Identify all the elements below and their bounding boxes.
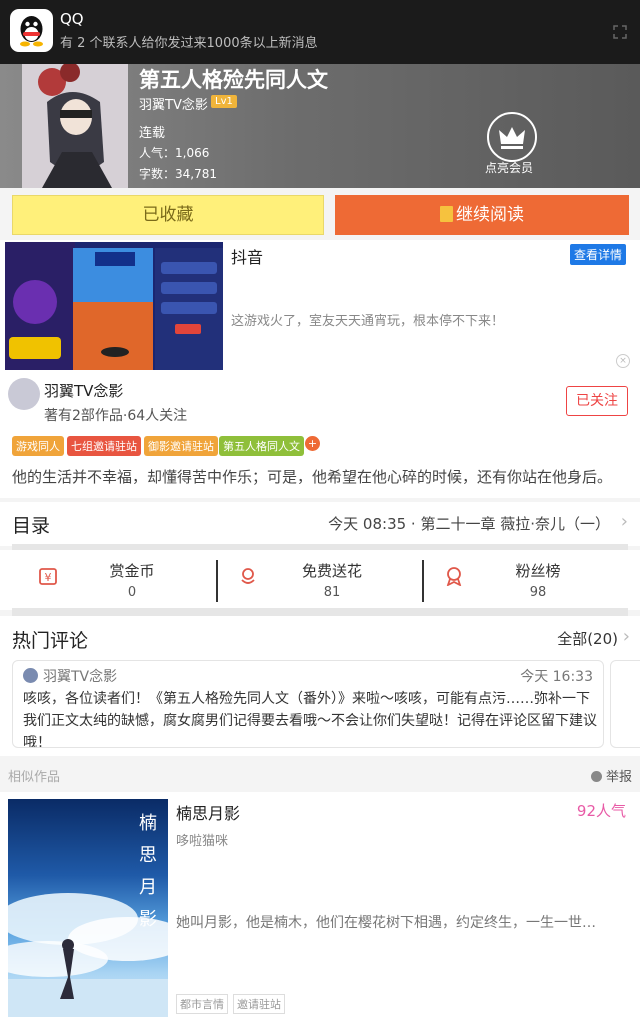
notification-app-name: QQ bbox=[60, 10, 84, 28]
report-label: 举报 bbox=[605, 770, 632, 785]
report-button[interactable]: 举报 bbox=[590, 766, 632, 785]
stat-value: 0 bbox=[127, 585, 137, 600]
latest-chapter[interactable]: 今天 08:35 · 第二十一章 薇拉·奈儿（一） bbox=[328, 513, 610, 534]
similar-book-description: 她叫月影，他是楠木，他们在樱花树下相遇，约定终生，一生一世… bbox=[176, 915, 596, 931]
medal-icon bbox=[446, 567, 462, 586]
qq-penguin-icon bbox=[10, 9, 53, 52]
book-popularity: 人气：1,066 bbox=[139, 146, 210, 160]
book-header: 第五人格殓先同人文 羽翼TV念影 Lv1 连载 人气：1,066 字数：34,7… bbox=[0, 64, 640, 188]
toc-label: 目录 bbox=[12, 515, 51, 537]
tag[interactable]: 御影邀请驻站 bbox=[144, 436, 218, 456]
coin-icon: ¥ bbox=[39, 568, 57, 585]
avatar[interactable] bbox=[8, 378, 40, 410]
book-status: 连载 bbox=[139, 126, 166, 141]
svg-text:影: 影 bbox=[139, 909, 157, 930]
comment-user[interactable]: 羽翼TV念影 bbox=[43, 666, 117, 686]
table-of-contents-row[interactable]: 目录 今天 08:35 · 第二十一章 薇拉·奈儿（一） › bbox=[0, 502, 640, 546]
report-icon bbox=[590, 771, 602, 782]
svg-text:月: 月 bbox=[139, 877, 157, 898]
ad-title: 抖音 bbox=[231, 248, 264, 267]
tag[interactable]: 七组邀请驻站 bbox=[67, 436, 141, 456]
ad-detail-button[interactable]: 查看详情 bbox=[570, 244, 627, 265]
avatar[interactable] bbox=[23, 668, 38, 683]
svg-text:¥: ¥ bbox=[45, 571, 52, 584]
similar-book-tag[interactable]: 邀请驻站 bbox=[233, 994, 285, 1014]
qq-notification[interactable]: QQ 有 2 个联系人给你发过来1000条以上新消息 bbox=[0, 0, 640, 64]
similar-book-cover[interactable]: 楠 思 月 影 bbox=[8, 799, 168, 1017]
similar-header: 相似作品 举报 bbox=[0, 760, 640, 790]
chevron-right-icon: › bbox=[622, 626, 630, 647]
book-icon bbox=[440, 206, 453, 222]
follow-button[interactable]: 已关注 bbox=[566, 386, 628, 416]
ad-description: 这游戏火了，室友天天通宵玩，根本停不下来！ bbox=[231, 314, 505, 329]
book-author[interactable]: 羽翼TV念影 bbox=[139, 94, 208, 113]
chevron-right-icon: › bbox=[620, 511, 628, 532]
author-stats: 著有2部作品·64人关注 bbox=[44, 408, 188, 424]
stat-value: 81 bbox=[323, 585, 341, 600]
comment-body: 咳咳，各位读者们！《第五人格殓先同人文（番外）》来啦～咳咳，可能有点污……弥补一… bbox=[23, 691, 597, 748]
continue-reading-label: 继续阅读 bbox=[456, 205, 524, 225]
similar-book-title[interactable]: 楠思月影 bbox=[176, 800, 240, 824]
vip-label[interactable]: 点亮会员 bbox=[485, 159, 533, 176]
stat-flowers[interactable]: 免费送花 81 bbox=[241, 560, 402, 600]
similar-book-item[interactable]: 楠 思 月 影 楠思月影 92人气 哆啦猫咪 她叫月影，他是楠木，他们在樱花树下… bbox=[0, 792, 640, 1024]
favorited-button[interactable]: 已收藏 bbox=[12, 195, 324, 235]
stat-value: 98 bbox=[529, 585, 547, 600]
add-tag-button[interactable]: + bbox=[305, 436, 320, 451]
tag[interactable]: 第五人格同人文 bbox=[219, 436, 304, 456]
continue-reading-button[interactable]: 继续阅读 bbox=[335, 195, 629, 235]
stat-fans[interactable]: 粉丝榜 98 bbox=[446, 560, 608, 600]
intro-text: 他的生活并不幸福，却懂得苦中作乐；可是，他希望在他心碎的时候，还有你站在他身后。 bbox=[12, 468, 613, 486]
book-cover-image[interactable] bbox=[22, 64, 128, 188]
all-comments-link[interactable]: 全部(20) bbox=[557, 628, 618, 649]
ad-banner[interactable]: 抖音 查看详情 这游戏火了，室友天天通宵玩，根本停不下来！ × bbox=[0, 240, 640, 370]
divider bbox=[422, 560, 424, 602]
notification-message: 有 2 个联系人给你发过来1000条以上新消息 bbox=[60, 36, 318, 51]
svg-text:思: 思 bbox=[139, 845, 157, 866]
author-card[interactable]: 羽翼TV念影 著有2部作品·64人关注 已关注 bbox=[0, 370, 640, 430]
divider bbox=[216, 560, 218, 602]
similar-book-popularity: 92人气 bbox=[576, 802, 626, 820]
comment-card-next[interactable] bbox=[610, 660, 640, 748]
flower-icon bbox=[241, 568, 255, 584]
comments-title: 热门评论 bbox=[12, 630, 89, 652]
stat-label: 粉丝榜 bbox=[515, 562, 561, 580]
stat-label: 赏金币 bbox=[109, 562, 155, 580]
stat-reward[interactable]: ¥ 赏金币 0 bbox=[39, 560, 202, 600]
author-level-badge: Lv1 bbox=[211, 95, 237, 108]
book-title: 第五人格殓先同人文 bbox=[139, 68, 328, 92]
stat-label: 免费送花 bbox=[301, 562, 362, 580]
crown-icon[interactable] bbox=[487, 112, 537, 162]
comment-time: 今天 16:33 bbox=[520, 669, 593, 685]
close-icon[interactable]: × bbox=[616, 354, 630, 368]
divider bbox=[12, 608, 628, 616]
book-word-count: 字数：34,781 bbox=[139, 167, 217, 181]
similar-title: 相似作品 bbox=[8, 770, 61, 785]
similar-book-author: 哆啦猫咪 bbox=[176, 834, 229, 849]
hot-comments: 热门评论 全部(20) › 羽翼TV念影 今天 16:33 咳咳，各位读者们！《… bbox=[0, 616, 640, 756]
tag[interactable]: 游戏同人 bbox=[12, 436, 64, 456]
stats-row: ¥ 赏金币 0 免费送花 81 粉丝榜 98 bbox=[0, 550, 640, 610]
tag-list: 游戏同人 七组邀请驻站 御影邀请驻站 第五人格同人文 + bbox=[0, 430, 640, 458]
ad-image[interactable] bbox=[5, 242, 223, 370]
author-name[interactable]: 羽翼TV念影 bbox=[44, 380, 123, 401]
similar-book-tag[interactable]: 都市言情 bbox=[176, 994, 228, 1014]
svg-text:楠: 楠 bbox=[139, 813, 157, 834]
comment-card[interactable]: 羽翼TV念影 今天 16:33 咳咳，各位读者们！《第五人格殓先同人文（番外）》… bbox=[12, 660, 604, 748]
book-intro[interactable]: 他的生活并不幸福，却懂得苦中作乐；可是，他希望在他心碎的时候，还有你站在他身后。 bbox=[0, 458, 640, 498]
expand-icon[interactable] bbox=[612, 24, 628, 40]
